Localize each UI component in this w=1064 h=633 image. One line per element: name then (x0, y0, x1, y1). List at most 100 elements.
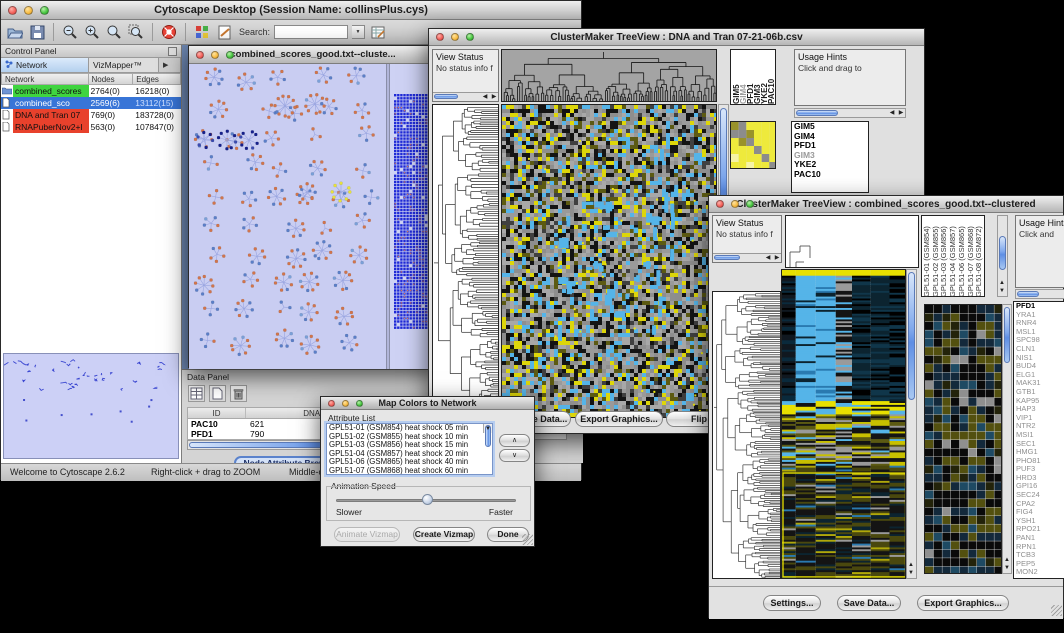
minimize-button[interactable] (731, 200, 739, 208)
zoom-fit-icon[interactable] (105, 23, 123, 41)
tv1-usage-scrollbar[interactable]: ◀ ▶ (794, 108, 906, 118)
zoom-button[interactable] (356, 400, 363, 407)
tv2-column-dendrogram[interactable] (785, 215, 919, 268)
tv2-button-3[interactable]: Export Graphics... (917, 595, 1009, 611)
scroll-down-icon[interactable]: ▼ (1003, 565, 1011, 572)
search-input[interactable] (274, 25, 348, 39)
tv1-zoom-heatmap[interactable] (730, 121, 776, 169)
scroll-up-icon[interactable]: ▲ (1003, 557, 1011, 564)
zoom-button[interactable] (746, 200, 754, 208)
tv2-zoom-vscrollbar[interactable]: ▲ ▼ (1002, 304, 1012, 574)
close-button[interactable] (436, 33, 444, 41)
zoom-button[interactable] (226, 51, 234, 59)
scrollbar-thumb[interactable] (796, 110, 838, 116)
scroll-right-icon[interactable]: ▶ (897, 110, 905, 117)
close-button[interactable] (196, 51, 204, 59)
tv2-button-1[interactable]: Settings... (763, 595, 821, 611)
scroll-up-icon[interactable]: ▲ (484, 423, 492, 425)
scroll-up-icon[interactable]: ▲ (907, 562, 915, 569)
dialog-titlebar[interactable]: Map Colors to Network (321, 397, 534, 410)
minimize-button[interactable] (451, 33, 459, 41)
tv2-titlebar[interactable]: ClusterMaker TreeView : combined_scores_… (709, 196, 1063, 213)
view-status-scrollbar[interactable]: ◀ ▶ (433, 92, 498, 101)
float-panel-icon[interactable] (168, 47, 177, 56)
scrollbar-thumb[interactable] (714, 255, 740, 260)
move-up-button[interactable]: ∧ (499, 434, 530, 447)
scroll-left-icon[interactable]: ◀ (764, 255, 772, 262)
attribute-editor-icon[interactable] (369, 23, 387, 41)
search-dropdown-icon[interactable]: ▼ (352, 25, 365, 39)
resize-grip[interactable] (522, 534, 533, 545)
listbox-scrollbar[interactable]: ▲▼ (483, 424, 492, 433)
attribute-item[interactable]: GPL51-07 (GSM868) heat shock 60 min (327, 467, 492, 475)
network-table-row[interactable]: RNAPuberNov2+I563(0)107847(0) (1, 121, 181, 133)
zoom-in-icon[interactable] (83, 23, 101, 41)
scrollbar-thumb[interactable] (434, 94, 458, 99)
network-table-row[interactable]: combined_scores2764(0)16218(0) (1, 85, 181, 97)
move-down-button[interactable]: ∨ (499, 449, 530, 462)
vscrollbar-thumb[interactable] (1004, 307, 1010, 363)
scroll-up-icon[interactable]: ▲ (998, 280, 1006, 287)
vizmap-grid-icon[interactable] (193, 23, 211, 41)
network-table-row[interactable]: DNA and Tran 07769(0)183728(0) (1, 109, 181, 121)
scroll-right-icon[interactable]: ▶ (773, 255, 781, 262)
network-titlebar[interactable]: combined_scores_good.txt--cluste... (189, 46, 437, 64)
tv1-heatmap[interactable] (501, 104, 717, 418)
tv2-row-dendrogram[interactable] (712, 291, 781, 579)
close-button[interactable] (716, 200, 724, 208)
tv2-labels-vscrollbar[interactable]: ▲ ▼ (997, 215, 1008, 297)
annotation-icon[interactable] (215, 23, 233, 41)
tv1-view-status-panel: View Status No status info f ◀ ▶ (432, 49, 499, 102)
vscrollbar-thumb[interactable] (999, 236, 1006, 270)
delete-attribute-trash-icon[interactable] (230, 385, 247, 402)
help-lifesaver-icon[interactable] (160, 23, 178, 41)
view-status-scrollbar[interactable]: ◀ ▶ (713, 253, 781, 262)
network-table-row[interactable]: combined_sco2569(6)13112(15) (1, 97, 181, 109)
scroll-left-icon[interactable]: ◀ (481, 94, 489, 101)
scroll-down-icon[interactable]: ▼ (484, 426, 492, 433)
tab-network[interactable]: Network (1, 58, 89, 72)
vscrollbar-thumb[interactable] (908, 272, 915, 400)
tv2-usage-scrollbar[interactable] (1015, 289, 1064, 299)
select-attributes-icon[interactable] (188, 385, 205, 402)
minimize-button[interactable] (24, 6, 33, 15)
gene-label[interactable]: MON2 (1014, 568, 1064, 577)
minimize-button[interactable] (211, 51, 219, 59)
tab-vizmapper[interactable]: VizMapper™ (89, 58, 159, 72)
tab-overflow-arrow-icon[interactable]: ▶ (159, 58, 181, 72)
column-header[interactable]: Edges (133, 73, 181, 85)
tv2-zoom-heatmap[interactable] (924, 304, 1002, 574)
scroll-left-icon[interactable]: ◀ (888, 110, 896, 117)
tv1-column-dendrogram[interactable] (501, 49, 717, 102)
save-icon[interactable] (28, 23, 46, 41)
dialog-button-2[interactable]: Create Vizmap (413, 527, 475, 542)
scroll-right-icon[interactable]: ▶ (490, 94, 498, 101)
slider-thumb[interactable] (422, 494, 433, 505)
scroll-down-icon[interactable]: ▼ (998, 288, 1006, 295)
new-attribute-icon[interactable] (209, 385, 226, 402)
resize-grip[interactable] (1051, 605, 1062, 616)
tv1-button-2[interactable]: Export Graphics... (575, 411, 663, 427)
network-canvas[interactable] (189, 64, 386, 369)
scrollbar-thumb[interactable] (1017, 291, 1039, 297)
tv1-row-dendrogram[interactable] (432, 104, 499, 418)
tv2-heatmap[interactable] (781, 269, 906, 579)
main-titlebar[interactable]: Cytoscape Desktop (Session Name: collins… (1, 1, 581, 20)
column-header[interactable]: Network (1, 73, 89, 85)
zoom-out-icon[interactable] (61, 23, 79, 41)
open-folder-icon[interactable] (6, 23, 24, 41)
tv1-titlebar[interactable]: ClusterMaker TreeView : DNA and Tran 07-… (429, 29, 924, 46)
column-header[interactable]: Nodes (89, 73, 134, 85)
gene-label[interactable]: PAC10 (792, 170, 868, 180)
zoom-button[interactable] (40, 6, 49, 15)
zoom-selected-icon[interactable] (127, 23, 145, 41)
scroll-down-icon[interactable]: ▼ (907, 570, 915, 577)
tv2-heatmap-vscrollbar[interactable]: ▲ ▼ (906, 269, 917, 579)
attribute-listbox[interactable]: GPL51-01 (GSM854) heat shock 05 minGPL51… (326, 423, 493, 475)
close-button[interactable] (8, 6, 17, 15)
network-overview-thumbnail[interactable] (3, 353, 179, 459)
tv2-button-2[interactable]: Save Data... (837, 595, 901, 611)
minimize-button[interactable] (342, 400, 349, 407)
column-header[interactable]: ID (188, 408, 246, 418)
zoom-button[interactable] (466, 33, 474, 41)
